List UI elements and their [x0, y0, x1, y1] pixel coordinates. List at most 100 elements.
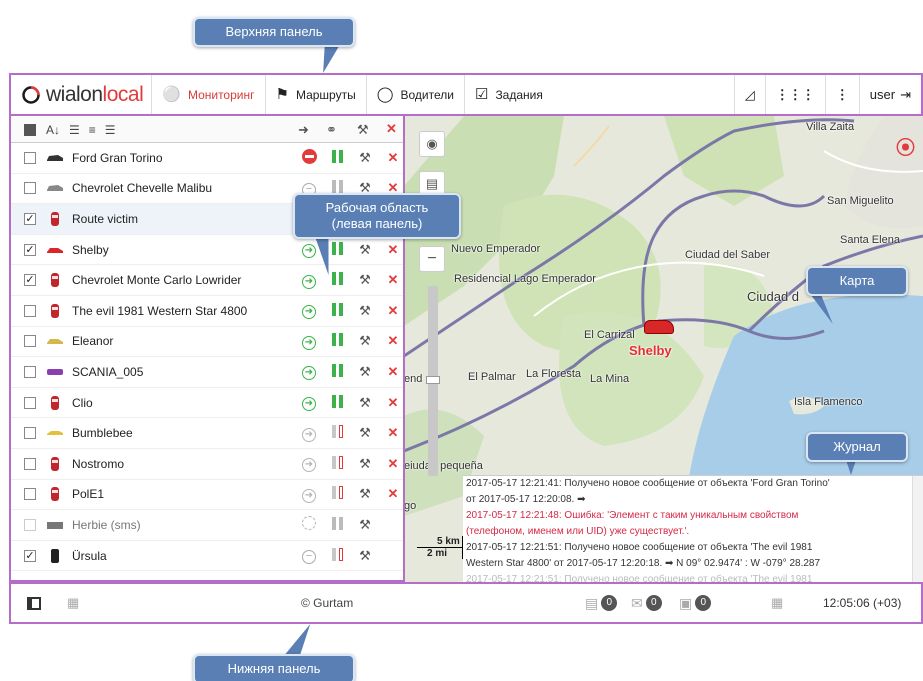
unit-remove-icon[interactable]: ✕ [379, 364, 403, 380]
unit-state[interactable]: ➜ [295, 425, 323, 442]
unit-commands-icon[interactable]: ⚒ [351, 425, 379, 441]
unit-state[interactable]: ➜ [295, 455, 323, 473]
remove-all-icon[interactable]: ✕ [386, 121, 397, 137]
unit-state[interactable] [295, 148, 323, 167]
unit-checkbox[interactable] [24, 427, 36, 440]
unit-name[interactable]: Ürsula [72, 549, 107, 563]
toggle-left-panel-button[interactable] [27, 584, 41, 622]
unit-remove-icon[interactable]: ✕ [379, 486, 403, 502]
log-scrollbar[interactable] [912, 476, 923, 582]
unit-checkbox[interactable] [24, 182, 36, 195]
unit-checkbox[interactable]: ✓ [24, 274, 36, 287]
unit-remove-icon[interactable]: ✕ [379, 272, 403, 288]
unit-state[interactable]: ➜ [295, 333, 323, 350]
unit-name[interactable]: Route victim [72, 212, 138, 226]
unit-checkbox[interactable] [24, 457, 36, 470]
unit-commands-icon[interactable]: ⚒ [351, 333, 379, 349]
unit-state[interactable]: ➜ [295, 363, 323, 381]
sms-counter[interactable]: ✉ 0 [631, 584, 662, 622]
unit-checkbox[interactable]: ✓ [24, 243, 36, 256]
unit-name[interactable]: Eleanor [72, 334, 113, 348]
unit-connection[interactable] [323, 455, 351, 472]
zoom-out-button[interactable]: − [419, 246, 445, 272]
unit-row[interactable]: ✓ Shelby ➜ ⚒ ✕ [11, 235, 403, 266]
unit-checkbox[interactable] [24, 335, 36, 348]
unit-checkbox[interactable] [24, 304, 36, 317]
nav-routes[interactable]: ⚑ Маршруты [266, 75, 367, 114]
unit-commands-icon[interactable]: ⚒ [351, 548, 379, 564]
show-all-icon[interactable]: ☰ [105, 123, 116, 137]
unit-state[interactable]: − [295, 547, 323, 565]
unit-commands-icon[interactable]: ⚒ [351, 242, 379, 258]
map-label-shelby[interactable]: Shelby [629, 343, 672, 358]
unit-state[interactable]: ➜ [295, 272, 323, 289]
unit-name[interactable]: Bumblebee [72, 426, 133, 440]
unit-checkbox[interactable] [24, 365, 36, 378]
unit-row[interactable]: Clio ➜ ⚒ ✕ [11, 388, 403, 419]
unit-name[interactable]: Ford Gran Torino [72, 151, 163, 165]
unit-row[interactable]: PolE1 ➜ ⚒ ✕ [11, 480, 403, 511]
unit-commands-icon[interactable]: ⚒ [351, 364, 379, 380]
unit-commands-icon[interactable]: ⚒ [351, 395, 379, 411]
images-counter[interactable]: ▣ 0 [679, 584, 712, 622]
wialon-logo[interactable]: wialonlocal [11, 75, 153, 114]
unit-remove-icon[interactable]: ✕ [379, 456, 403, 472]
messages-counter[interactable]: ▤ 0 [585, 584, 618, 622]
unit-connection[interactable] [323, 486, 351, 502]
unit-remove-icon[interactable]: ✕ [379, 425, 403, 441]
unit-checkbox[interactable] [24, 518, 36, 531]
unit-name[interactable]: The evil 1981 Western Star 4800 [72, 304, 247, 318]
more-menu-button[interactable]: ⋮ [824, 75, 859, 114]
zoom-slider[interactable] [426, 286, 440, 476]
unit-state[interactable]: ➜ [295, 394, 323, 412]
unit-commands-icon[interactable]: ⚒ [351, 272, 379, 288]
unit-name[interactable]: PolE1 [72, 487, 104, 501]
unit-name[interactable]: SCANIA_005 [72, 365, 143, 379]
nav-drivers[interactable]: ◯ Водители [367, 75, 465, 114]
map-view[interactable]: ◉ ▤ − ⦿ Villa Zaita San Miguelito Santa … [404, 116, 923, 582]
unit-row[interactable]: ✓ Chevrolet Monte Carlo Lowrider ➜ ⚒ ✕ [11, 265, 403, 296]
unit-row[interactable]: Nostromo ➜ ⚒ ✕ [11, 449, 403, 480]
unit-remove-icon[interactable]: ✕ [379, 242, 403, 258]
unit-state[interactable] [295, 516, 323, 533]
unit-connection[interactable] [323, 425, 351, 441]
unit-checkbox[interactable]: ✓ [24, 549, 36, 562]
unit-checkbox[interactable] [24, 396, 36, 409]
select-all-checkbox[interactable] [24, 123, 36, 136]
shelby-unit-marker-icon[interactable] [644, 320, 674, 334]
apps-button[interactable]: ⋮⋮⋮ [764, 75, 825, 114]
nav-monitoring[interactable]: ⚪ Мониторинг [152, 75, 266, 114]
unit-checkbox[interactable] [24, 151, 36, 164]
unit-row[interactable]: The evil 1981 Western Star 4800 ➜ ⚒ ✕ [11, 296, 403, 327]
measure-tool-button[interactable]: ◿ [733, 75, 765, 114]
unit-remove-icon[interactable]: ✕ [379, 333, 403, 349]
unit-name[interactable]: Nostromo [72, 457, 124, 471]
nav-tasks[interactable]: ☑ Задания [465, 75, 553, 114]
unit-row[interactable]: Bumblebee ➜ ⚒ ✕ [11, 418, 403, 449]
unit-connection[interactable] [323, 394, 351, 411]
unit-commands-icon[interactable]: ⚒ [351, 303, 379, 319]
unit-commands-icon[interactable]: ⚒ [351, 486, 379, 502]
unit-connection[interactable] [323, 333, 351, 349]
grid-view-button[interactable]: ▦ [67, 584, 79, 622]
unit-remove-icon[interactable]: ✕ [379, 303, 403, 319]
unit-connection[interactable] [323, 547, 351, 564]
unit-connection[interactable] [323, 363, 351, 380]
sort-az-icon[interactable]: A↓ [46, 123, 60, 137]
unit-remove-icon[interactable]: ✕ [379, 150, 403, 166]
locate-all-icon[interactable]: ➜ [298, 122, 309, 138]
unit-row[interactable]: Herbie (sms) ⚒ [11, 510, 403, 541]
unit-commands-icon[interactable]: ⚒ [351, 517, 379, 533]
unit-row[interactable]: Ford Gran Torino ⚒ ✕ [11, 143, 403, 174]
unit-row[interactable]: SCANIA_005 ➜ ⚒ ✕ [11, 357, 403, 388]
logout-icon[interactable]: ⇥ [900, 87, 911, 103]
signal-icon[interactable]: ⚭ [326, 122, 337, 138]
unit-row[interactable]: Eleanor ➜ ⚒ ✕ [11, 327, 403, 358]
list-view-icon[interactable]: ☰ [69, 123, 80, 137]
unit-row[interactable]: ✓ Ürsula − ⚒ [11, 541, 403, 572]
unit-name[interactable]: Shelby [72, 243, 109, 257]
unit-commands-icon[interactable]: ⚒ [351, 456, 379, 472]
events-button[interactable]: ▦ [771, 584, 783, 622]
unit-state[interactable]: ➜ [295, 302, 323, 320]
unit-connection[interactable] [323, 516, 351, 533]
